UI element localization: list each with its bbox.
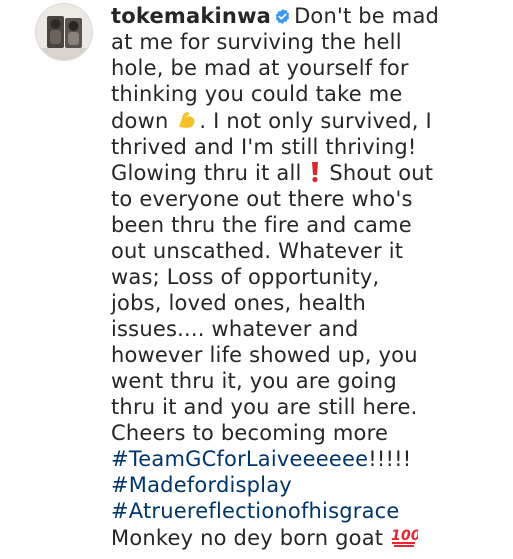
caption-text: down xyxy=(111,109,169,133)
hashtag-link[interactable]: #Atruereflectionofhisgrace xyxy=(111,499,400,523)
caption-text: Shout out xyxy=(329,161,434,185)
caption-text: . I not only survived, I xyxy=(199,109,432,133)
caption-text: Monkey no dey born goat xyxy=(111,526,384,550)
hashtag-link[interactable]: #TeamGCforLaiveeeeee xyxy=(111,447,368,471)
caption-line: been thru the fire and came xyxy=(111,213,412,237)
caption-line: thinking you could take me xyxy=(111,82,403,106)
instagram-comment: tokemakinwa Don't be mad at me for surviv… xyxy=(0,0,513,559)
caption-line: issues.... whatever and xyxy=(111,317,359,341)
caption-line: however life showed up, you xyxy=(111,343,418,367)
caption-line: #Atruereflectionofhisgrace xyxy=(111,498,511,524)
hashtag-link[interactable]: #Madefordisplay xyxy=(111,473,292,497)
caption-line: Cheers to becoming more xyxy=(111,421,389,445)
caption-line: Monkey no dey born goat 100 xyxy=(111,524,511,551)
caption-text: !!!!! xyxy=(368,447,412,471)
caption-text: Glowing thru it all xyxy=(111,161,302,185)
caption-line: #Madefordisplay xyxy=(111,472,511,498)
caption-line: to everyone out there who's xyxy=(111,187,413,211)
hundred-points-emoji: 100 xyxy=(390,524,418,548)
caption-line: hole, be mad at yourself for xyxy=(111,56,409,80)
caption-line: went thru it, you are going xyxy=(111,369,397,393)
avatar[interactable] xyxy=(35,3,93,61)
caption-line: thrived and I'm still thriving! xyxy=(111,135,417,159)
caption-line: thru it and you are still here. xyxy=(111,395,418,419)
caption-line: out unscathed. Whatever it xyxy=(111,239,404,263)
caption-line: tokemakinwa Don't be mad xyxy=(111,3,511,29)
flexed-biceps-emoji xyxy=(175,107,199,131)
caption-line: #TeamGCforLaiveeeeee!!!!! xyxy=(111,446,511,472)
avatar-image xyxy=(36,4,92,60)
verified-badge-icon xyxy=(274,8,291,25)
caption-line: at me for surviving the hell xyxy=(111,30,402,54)
caption-line: down . I not only survived, I xyxy=(111,107,511,134)
caption-text: Don't be mad xyxy=(294,4,440,28)
caption-line: jobs, loved ones, health xyxy=(111,291,366,315)
caption-line: was; Loss of opportunity, xyxy=(111,265,380,289)
svg-text:100: 100 xyxy=(391,528,418,544)
comment-caption: tokemakinwa Don't be mad at me for surviv… xyxy=(111,3,511,551)
red-exclamation-emoji xyxy=(308,161,322,183)
username-link[interactable]: tokemakinwa xyxy=(111,4,271,28)
caption-line: Glowing thru it all Shout out xyxy=(111,160,511,186)
